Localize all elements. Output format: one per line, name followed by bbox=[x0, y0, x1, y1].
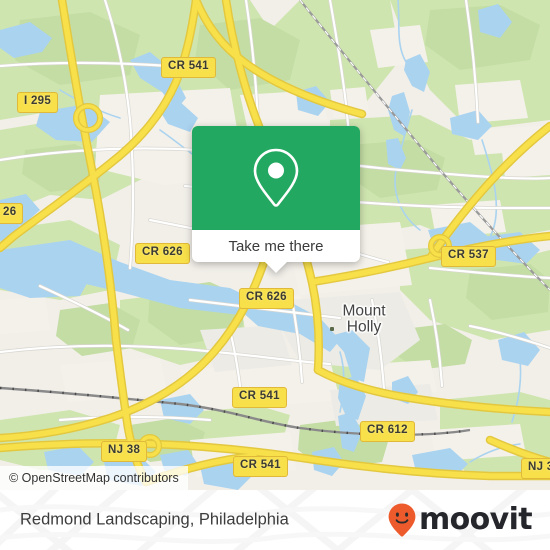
popup-header bbox=[192, 126, 360, 230]
road-shield: CR 626 bbox=[135, 243, 190, 264]
moovit-map-page: CR 541 I 295 26 CR 626 CR 537 CR 626 CR 541 CR … bbox=[0, 0, 550, 550]
road-shield: CR 541 bbox=[233, 456, 288, 477]
popup-tail bbox=[265, 262, 287, 273]
moovit-logo-text: moovit bbox=[418, 502, 533, 537]
road-shield: NJ 38 bbox=[101, 441, 148, 462]
place-label-line2: Holly bbox=[346, 319, 382, 336]
road-shield: 26 bbox=[0, 203, 24, 224]
map-pin-icon bbox=[253, 148, 299, 207]
road-shield: CR 612 bbox=[360, 421, 415, 442]
place-label-line1: Mount bbox=[342, 302, 386, 320]
road-shield: CR 537 bbox=[441, 246, 496, 267]
road-shield: I 295 bbox=[17, 92, 59, 113]
moovit-logo[interactable]: moovit bbox=[387, 502, 533, 538]
road-shield: CR 626 bbox=[239, 288, 294, 309]
destination-popup-card[interactable]: Take me there bbox=[192, 126, 360, 273]
road-shield: CR 541 bbox=[161, 57, 216, 78]
popup-body[interactable]: Take me there bbox=[192, 230, 360, 273]
footer-bar: Redmond Landscaping, Philadelphia moovit bbox=[0, 490, 550, 550]
road-shield: NJ 38 bbox=[521, 458, 550, 479]
moovit-smiley-pin-icon bbox=[388, 503, 416, 537]
osm-attribution-text: © OpenStreetMap contributors bbox=[9, 471, 179, 485]
city-dot-icon bbox=[330, 327, 334, 331]
osm-attribution[interactable]: © OpenStreetMap contributors bbox=[0, 466, 188, 490]
take-me-there-label: Take me there bbox=[228, 237, 324, 255]
road-shield: CR 541 bbox=[232, 387, 287, 408]
page-title: Redmond Landscaping, Philadelphia bbox=[20, 510, 289, 529]
map-canvas[interactable]: CR 541 I 295 26 CR 626 CR 537 CR 626 CR 541 CR … bbox=[0, 0, 550, 490]
place-label-mount-holly: Mount Holly bbox=[342, 302, 386, 337]
